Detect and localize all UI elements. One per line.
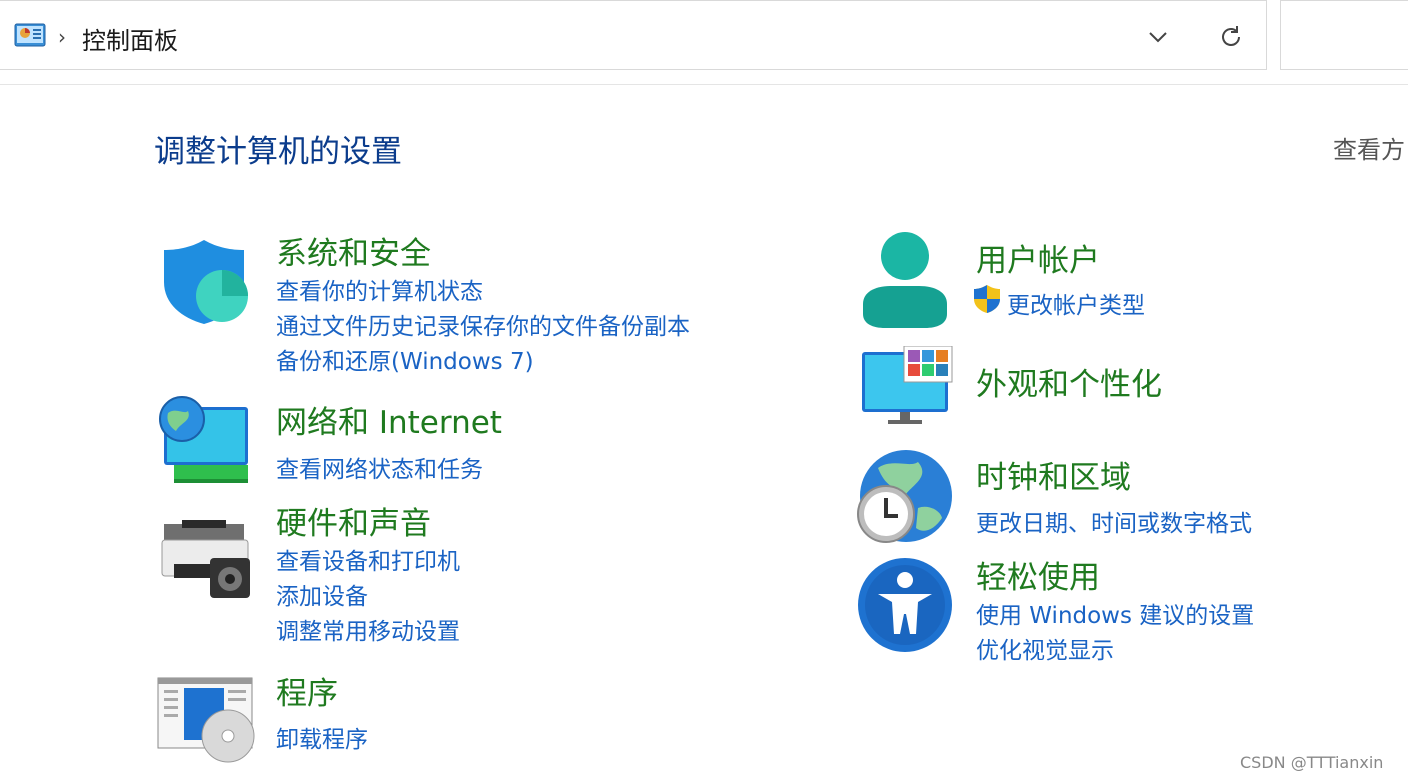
link-devices-printers[interactable]: 查看设备和打印机: [276, 542, 460, 576]
link-view-computer-status[interactable]: 查看你的计算机状态: [276, 272, 483, 306]
link-recommended-settings[interactable]: 使用 Windows 建议的设置: [976, 596, 1254, 630]
user-account-icon[interactable]: [861, 232, 949, 334]
category-hardware-sound[interactable]: 硬件和声音: [276, 498, 431, 543]
page-title: 调整计算机的设置: [154, 134, 402, 170]
watermark: CSDN @TTTianxin: [1240, 753, 1384, 772]
category-clock-region[interactable]: 时钟和区域: [976, 452, 1131, 497]
breadcrumb-chevron-icon[interactable]: ›: [58, 25, 66, 49]
link-network-status[interactable]: 查看网络状态和任务: [276, 450, 483, 484]
category-appearance-personalization[interactable]: 外观和个性化: [976, 359, 1162, 404]
link-backup-restore[interactable]: 备份和还原(Windows 7): [276, 342, 534, 376]
clock-globe-icon[interactable]: [856, 448, 954, 550]
link-change-account-type[interactable]: 更改帐户类型: [1007, 286, 1145, 320]
appearance-monitor-icon[interactable]: [862, 345, 954, 432]
network-globe-icon[interactable]: [158, 395, 250, 491]
address-dropdown-icon[interactable]: [1146, 25, 1170, 53]
refresh-icon[interactable]: [1217, 23, 1245, 55]
link-add-device[interactable]: 添加设备: [276, 577, 368, 611]
category-ease-of-access[interactable]: 轻松使用: [976, 552, 1100, 597]
search-box[interactable]: [1280, 0, 1408, 70]
category-network-internet[interactable]: 网络和 Internet: [276, 397, 502, 442]
programs-icon[interactable]: [156, 676, 256, 768]
category-programs[interactable]: 程序: [276, 668, 338, 713]
category-system-security[interactable]: 系统和安全: [276, 228, 431, 273]
breadcrumb-control-panel[interactable]: 控制面板: [82, 21, 178, 56]
printer-speaker-icon[interactable]: [160, 520, 252, 606]
view-by-label[interactable]: 查看方: [1333, 130, 1405, 165]
address-bar[interactable]: › 控制面板: [0, 0, 1267, 70]
link-file-history-backup[interactable]: 通过文件历史记录保存你的文件备份副本: [276, 307, 690, 341]
shield-icon[interactable]: [160, 238, 250, 330]
accessibility-icon[interactable]: [856, 556, 954, 658]
toolbar-divider: [0, 84, 1408, 85]
link-change-date-time-format[interactable]: 更改日期、时间或数字格式: [976, 504, 1252, 538]
uac-shield-icon: [973, 284, 1001, 318]
category-user-accounts[interactable]: 用户帐户: [976, 235, 1100, 280]
link-mobility-settings[interactable]: 调整常用移动设置: [276, 612, 460, 646]
link-uninstall-program[interactable]: 卸载程序: [276, 720, 368, 754]
control-panel-icon: [14, 23, 46, 53]
link-optimize-visual-display[interactable]: 优化视觉显示: [976, 631, 1114, 665]
